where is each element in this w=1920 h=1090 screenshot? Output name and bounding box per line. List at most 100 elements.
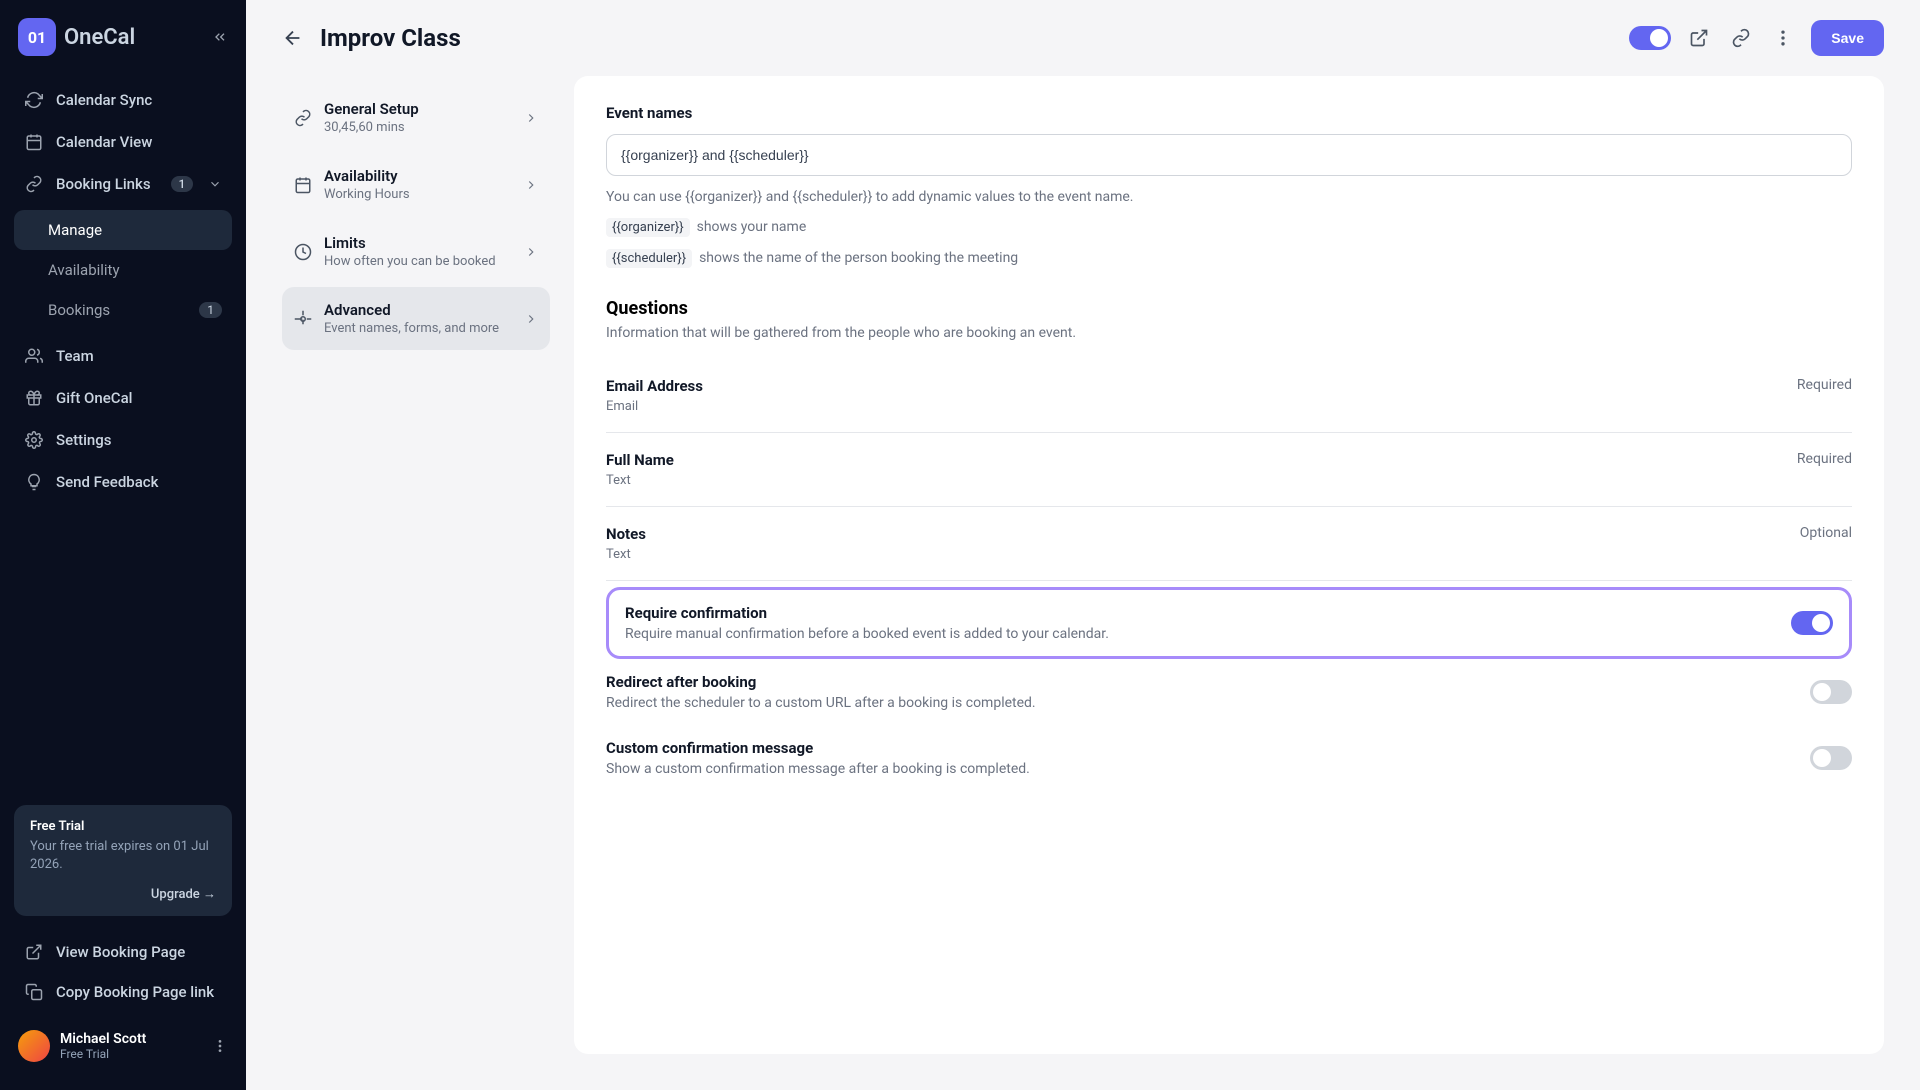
clock-icon: [294, 243, 312, 261]
setting-title: Redirect after booking: [606, 673, 1794, 691]
setting-desc: Redirect the scheduler to a custom URL a…: [606, 695, 1794, 711]
more-menu-button[interactable]: [1769, 24, 1797, 52]
config-label: Availability: [324, 167, 410, 185]
config-label: Advanced: [324, 301, 499, 319]
chevron-right-icon: [524, 312, 538, 326]
gift-icon: [24, 389, 44, 407]
nav-label: Gift OneCal: [56, 389, 132, 407]
lightbulb-icon: [24, 473, 44, 491]
question-email[interactable]: Email AddressEmail Required: [606, 359, 1852, 433]
calendar-icon: [294, 176, 312, 194]
open-external-button[interactable]: [1685, 24, 1713, 52]
user-info: Michael Scott Free Trial: [60, 1031, 146, 1061]
nav-primary: Calendar Sync Calendar View Booking Link…: [14, 80, 232, 502]
nav-label: Team: [56, 347, 94, 365]
nav-team[interactable]: Team: [14, 336, 232, 376]
nav-feedback[interactable]: Send Feedback: [14, 462, 232, 502]
avatar: [18, 1030, 50, 1062]
scheduler-desc: shows the name of the person booking the…: [699, 250, 1018, 266]
nav-gift[interactable]: Gift OneCal: [14, 378, 232, 418]
config-label: Limits: [324, 234, 496, 252]
chevron-right-icon: [524, 111, 538, 125]
subnav-manage[interactable]: Manage: [14, 210, 232, 250]
collapse-sidebar-button[interactable]: [212, 29, 228, 45]
setting-desc: Show a custom confirmation message after…: [606, 761, 1794, 777]
setting-desc: Require manual confirmation before a boo…: [625, 626, 1775, 642]
booking-links-subnav: Manage Availability Bookings 1: [14, 210, 232, 330]
user-menu-button[interactable]: [212, 1038, 228, 1054]
config-limits[interactable]: LimitsHow often you can be booked: [282, 220, 550, 283]
setting-text: Custom confirmation message Show a custo…: [606, 739, 1794, 777]
nav-settings[interactable]: Settings: [14, 420, 232, 460]
require-confirmation-toggle[interactable]: [1791, 611, 1833, 635]
team-icon: [24, 347, 44, 365]
custom-message-toggle[interactable]: [1810, 746, 1852, 770]
view-booking-page-link[interactable]: View Booking Page: [14, 932, 232, 972]
question-info: Full NameText: [606, 451, 674, 488]
user-profile[interactable]: Michael Scott Free Trial: [14, 1020, 232, 1072]
logo[interactable]: 01 OneCal: [14, 18, 232, 56]
copy-booking-page-link[interactable]: Copy Booking Page link: [14, 972, 232, 1012]
logo-badge: 01: [18, 18, 56, 56]
badge: 1: [199, 302, 222, 318]
question-requirement: Required: [1797, 451, 1852, 488]
copy-link-button[interactable]: [1727, 24, 1755, 52]
question-requirement: Optional: [1800, 525, 1852, 562]
question-requirement: Required: [1797, 377, 1852, 414]
header: Improv Class Save: [246, 0, 1920, 76]
config-general-setup[interactable]: General Setup30,45,60 mins: [282, 86, 550, 149]
save-button[interactable]: Save: [1811, 20, 1884, 56]
gear-icon: [294, 310, 312, 328]
main: Improv Class Save General Setup30,45,60 …: [246, 0, 1920, 1090]
subnav-availability[interactable]: Availability: [14, 250, 232, 290]
link-label: Copy Booking Page link: [56, 983, 214, 1001]
link-icon: [294, 109, 312, 127]
chevron-right-icon: [524, 178, 538, 192]
upgrade-link[interactable]: Upgrade →: [30, 886, 216, 902]
nav-booking-links[interactable]: Booking Links 1: [14, 164, 232, 204]
question-notes[interactable]: NotesText Optional: [606, 507, 1852, 581]
page-title: Improv Class: [320, 24, 461, 52]
custom-confirmation-setting: Custom confirmation message Show a custo…: [606, 725, 1852, 791]
nav-calendar-sync[interactable]: Calendar Sync: [14, 80, 232, 120]
sync-icon: [24, 91, 44, 109]
question-type: Text: [606, 473, 674, 488]
config-sublabel: 30,45,60 mins: [324, 120, 419, 135]
config-sublabel: Event names, forms, and more: [324, 321, 499, 336]
back-button[interactable]: [282, 27, 304, 49]
redirect-toggle[interactable]: [1810, 680, 1852, 704]
trial-card: Free Trial Your free trial expires on 01…: [14, 805, 232, 916]
logo-text: OneCal: [64, 25, 135, 50]
var-scheduler-row: {{scheduler}} shows the name of the pers…: [606, 247, 1852, 270]
config-advanced[interactable]: Advanced Event names, forms, and more: [282, 287, 550, 350]
external-link-icon: [24, 943, 44, 961]
subnav-label: Bookings: [48, 301, 110, 319]
config-text: AvailabilityWorking Hours: [324, 167, 410, 202]
require-confirmation-setting: Require confirmation Require manual conf…: [606, 587, 1852, 659]
event-names-title: Event names: [606, 104, 1852, 122]
nav-calendar-view[interactable]: Calendar View: [14, 122, 232, 162]
event-name-input[interactable]: [606, 134, 1852, 176]
header-actions: Save: [1629, 20, 1884, 56]
config-text: LimitsHow often you can be booked: [324, 234, 496, 269]
trial-text: Your free trial expires on 01 Jul 2026.: [30, 838, 216, 874]
question-info: Email AddressEmail: [606, 377, 703, 414]
question-name: Email Address: [606, 377, 703, 395]
subnav-bookings[interactable]: Bookings 1: [14, 290, 232, 330]
setting-title: Custom confirmation message: [606, 739, 1794, 757]
nav-label: Calendar View: [56, 133, 152, 151]
chevron-down-icon: [208, 177, 222, 191]
bottom-links: View Booking Page Copy Booking Page link: [14, 932, 232, 1012]
var-organizer-row: {{organizer}} shows your name: [606, 216, 1852, 239]
calendar-icon: [24, 133, 44, 151]
question-fullname[interactable]: Full NameText Required: [606, 433, 1852, 507]
badge: 1: [171, 176, 194, 192]
questions-subtitle: Information that will be gathered from t…: [606, 325, 1852, 341]
config-availability[interactable]: AvailabilityWorking Hours: [282, 153, 550, 216]
settings-panel: Event names You can use {{organizer}} an…: [574, 76, 1884, 1054]
setting-text: Redirect after booking Redirect the sche…: [606, 673, 1794, 711]
chevron-right-icon: [524, 245, 538, 259]
questions-title: Questions: [606, 298, 1852, 319]
content: General Setup30,45,60 mins AvailabilityW…: [246, 76, 1920, 1090]
enable-toggle[interactable]: [1629, 26, 1671, 50]
